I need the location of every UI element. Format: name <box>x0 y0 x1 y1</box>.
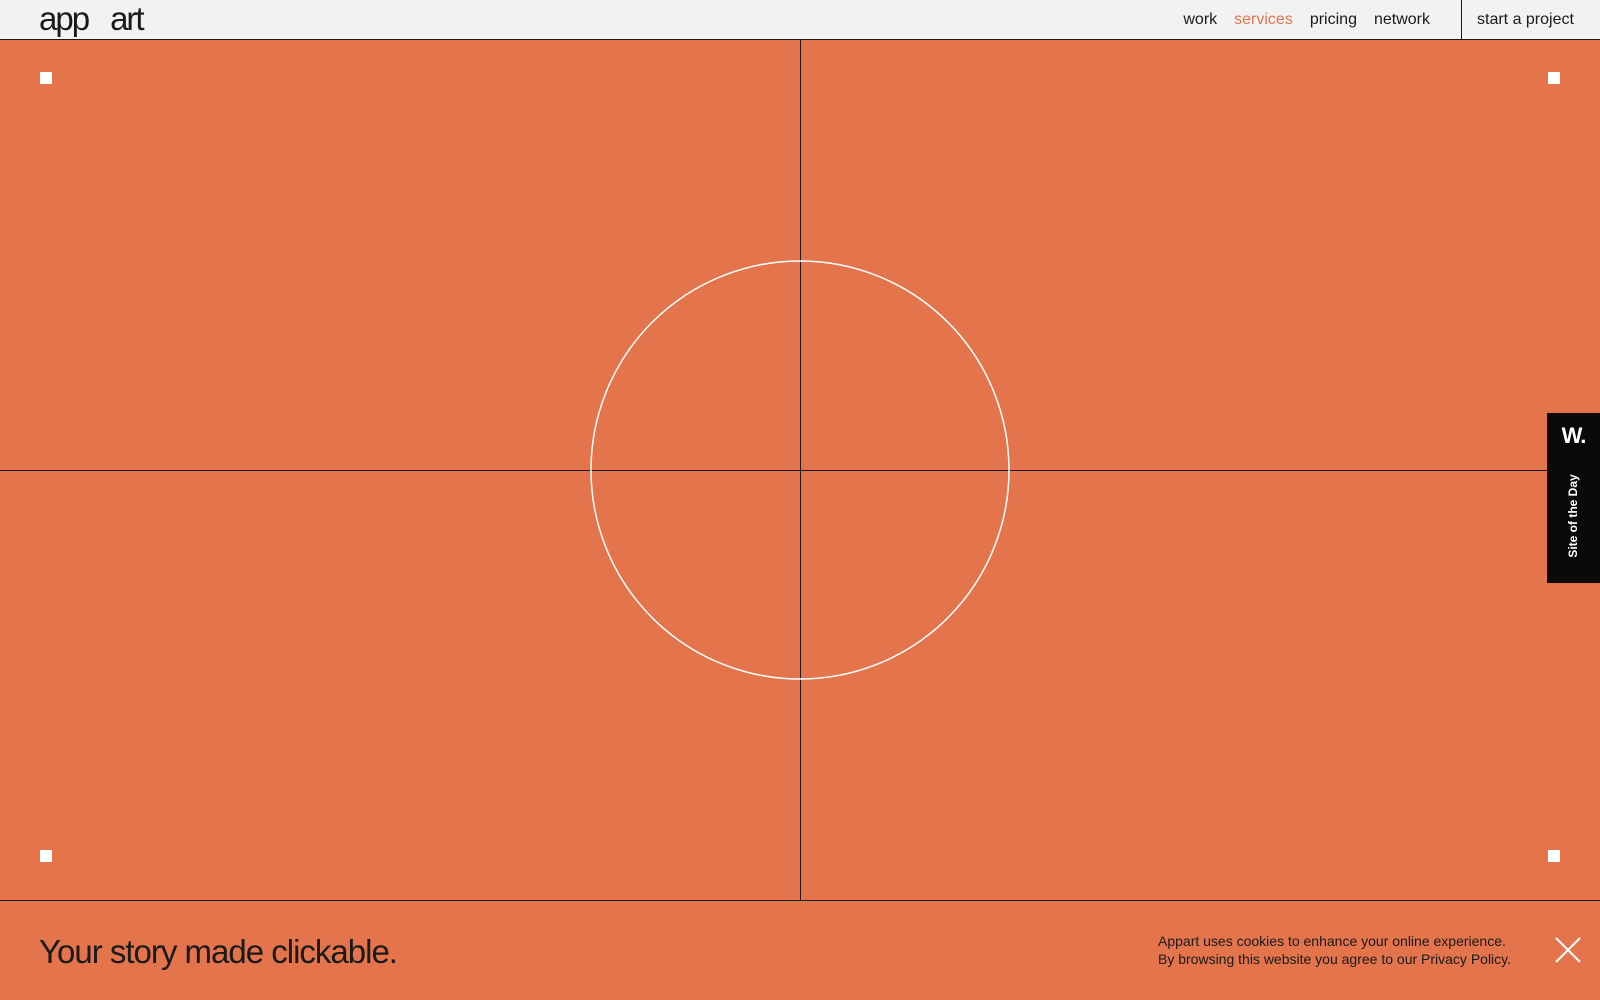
corner-marker-bottom-right <box>1548 850 1560 862</box>
site-header: app art work services pricing network st… <box>0 0 1600 40</box>
hero-section <box>0 40 1600 900</box>
hero-graphic <box>0 40 1600 900</box>
nav-work-link[interactable]: work <box>1183 11 1217 29</box>
awwwards-logo-icon: W. <box>1561 423 1587 448</box>
cookie-line-2-suffix: . <box>1507 951 1512 967</box>
nav-services-link[interactable]: services <box>1234 11 1293 29</box>
main-nav: work services pricing network <box>1166 0 1430 40</box>
close-icon[interactable] <box>1555 937 1581 963</box>
cta-divider <box>1461 0 1462 40</box>
corner-marker-bottom-left <box>40 850 52 862</box>
cookie-notice: Appart uses cookies to enhance your onli… <box>1158 932 1511 968</box>
privacy-policy-link[interactable]: Privacy Policy <box>1421 951 1507 967</box>
logo-part-1: app <box>39 0 90 37</box>
appart-logo[interactable]: app art <box>39 0 145 38</box>
cookie-line-2: By browsing this website you agree to ou… <box>1158 950 1511 968</box>
site-of-the-day-badge[interactable]: W. Site of the Day <box>1547 413 1600 583</box>
cookie-line-2-prefix: By browsing this website you agree to ou… <box>1158 951 1422 967</box>
cookie-line-1: Appart uses cookies to enhance your onli… <box>1158 933 1506 949</box>
tagline: Your story made clickable. <box>39 933 398 970</box>
logo-part-2: art <box>110 0 144 37</box>
start-project-link[interactable]: start a project <box>1477 0 1574 40</box>
award-label: Site of the Day <box>1566 474 1580 558</box>
footer-bar: Your story made clickable. Appart uses c… <box>0 900 1600 1000</box>
nav-pricing-link[interactable]: pricing <box>1310 11 1357 29</box>
corner-marker-top-left <box>40 72 52 84</box>
corner-marker-top-right <box>1548 72 1560 84</box>
nav-network-link[interactable]: network <box>1374 11 1430 29</box>
